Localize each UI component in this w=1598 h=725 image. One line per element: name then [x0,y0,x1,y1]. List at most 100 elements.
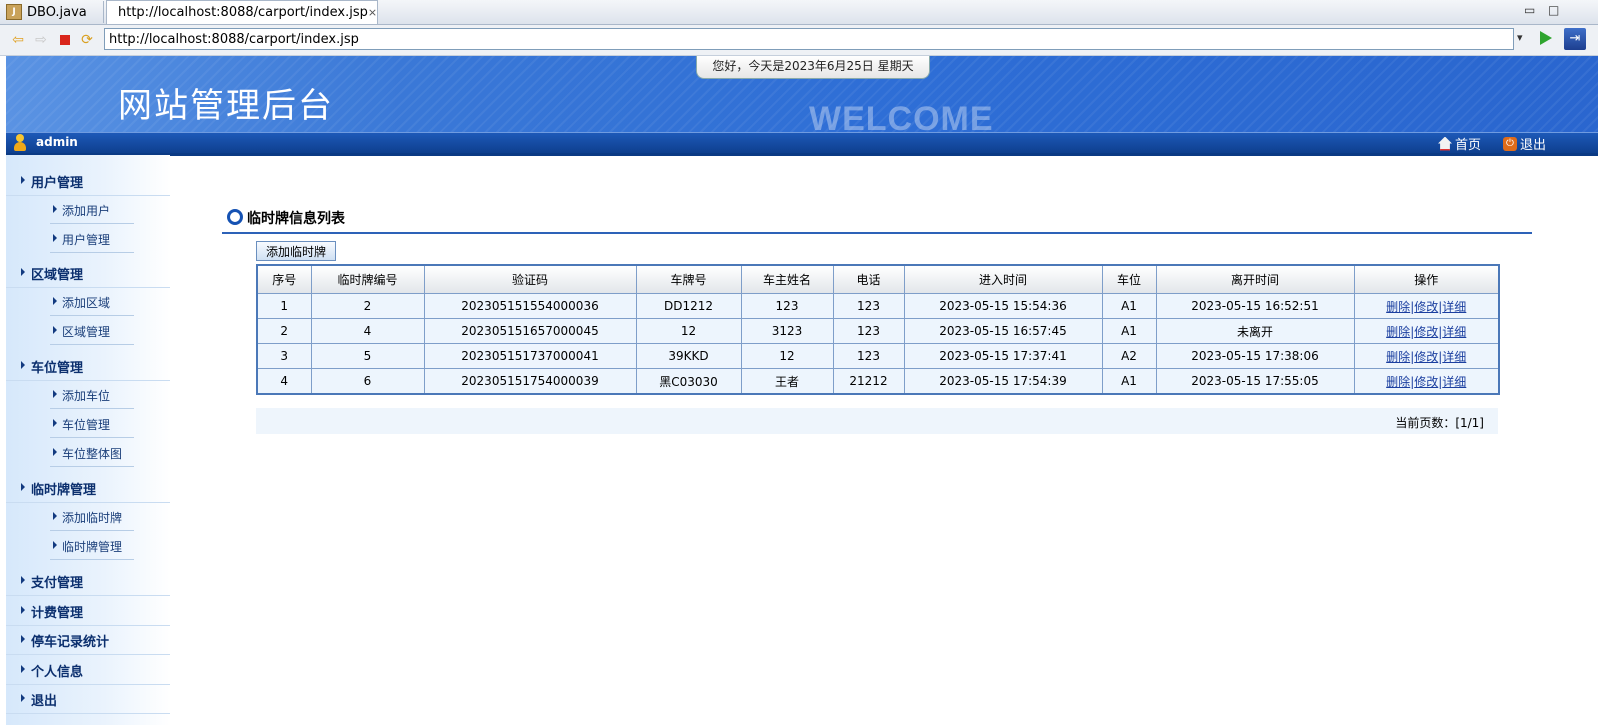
logout-label: 退出 [1520,138,1547,153]
sidebar-group-space[interactable]: 车位管理 [6,351,170,381]
tab-carport-index[interactable]: http://localhost:8088/carport/index.jsp … [106,0,378,24]
sidebar-item-label: 添加临时牌 [62,511,123,525]
table-cell: 202305151554000036 [423,293,637,319]
sidebar-item-label: 添加区域 [62,296,111,310]
sidebar-item-space-manage[interactable]: 车位管理 [6,409,170,438]
delete-link[interactable]: 删除 [1386,325,1410,339]
table-cell: 123 [740,293,834,319]
caret-right-icon [53,512,57,520]
maximize-icon[interactable]: □ [1548,3,1559,17]
sidebar-item-add-area[interactable]: 添加区域 [6,287,170,316]
detail-link[interactable]: 详细 [1442,350,1466,364]
table-cell: 2023-05-15 15:54:36 [903,293,1103,319]
sidebar-item-label: 用户管理 [62,233,111,247]
sidebar: 用户管理 添加用户 用户管理 区域管理 添加区域 区域管理 车位管理 添加车位 … [6,155,170,725]
table-cell: 2023-05-15 17:38:06 [1155,343,1355,369]
table-row: 3 5 202305151737000041 39KKD 12 123 2023… [256,343,1500,369]
sidebar-item-label: 添加用户 [62,204,111,218]
add-temp-plate-button[interactable]: 添加临时牌 [256,241,336,261]
sidebar-group-label: 计费管理 [31,606,84,621]
delete-link[interactable]: 删除 [1386,375,1410,389]
url-input[interactable] [104,28,1514,50]
table-cell: 2023-05-15 16:57:45 [903,318,1103,344]
page-title: 临时牌信息列表 [247,211,345,227]
table-cell: A1 [1101,368,1157,395]
table-cell: 12 [740,343,834,369]
delete-link[interactable]: 删除 [1386,350,1410,364]
column-header: 进入时间 [903,264,1103,294]
table-cell: 3123 [740,318,834,344]
sidebar-group-billing[interactable]: 计费管理 [6,596,170,626]
site-header: 网站管理后台 WELCOME 您好，今天是2023年6月25日 星期天 [6,56,1598,132]
caret-right-icon [21,176,25,184]
edit-link[interactable]: 修改 [1414,300,1438,314]
caret-right-icon [53,448,57,456]
sidebar-group-user[interactable]: 用户管理 [6,166,170,196]
sidebar-item-add-user[interactable]: 添加用户 [6,195,170,224]
sidebar-group-label: 支付管理 [31,576,84,591]
sidebar-group-label: 用户管理 [31,176,84,191]
sidebar-item-temp-plate-manage[interactable]: 临时牌管理 [6,531,170,560]
table-cell: 5 [310,343,425,369]
close-tab-icon[interactable]: ⨯ [368,6,377,19]
url-dropdown-icon[interactable]: ▾ [1517,31,1523,44]
caret-right-icon [21,635,25,643]
caret-right-icon [53,419,57,427]
detail-link[interactable]: 详细 [1442,325,1466,339]
sidebar-item-add-space[interactable]: 添加车位 [6,380,170,409]
sidebar-item-user-manage[interactable]: 用户管理 [6,224,170,253]
pager-row: 当前页数：[1/1] [256,408,1498,434]
logout-link[interactable]: ⏻ 退出 [1503,134,1546,153]
table-cell: A2 [1101,343,1157,369]
sidebar-item-space-overview[interactable]: 车位整体图 [6,438,170,467]
column-header: 电话 [832,264,905,294]
stop-icon[interactable] [57,32,73,48]
back-icon[interactable]: ⇦ [10,32,26,48]
sidebar-item-area-manage[interactable]: 区域管理 [6,316,170,345]
home-link[interactable]: 首页 [1438,134,1481,153]
edit-link[interactable]: 修改 [1414,375,1438,389]
minimize-icon[interactable]: ▭ [1524,3,1535,17]
sidebar-group-logout[interactable]: 退出 [6,684,170,714]
table-row: 4 6 202305151754000039 黑C03030 王者 21212 … [256,368,1500,395]
edit-link[interactable]: 修改 [1414,350,1438,364]
detail-link[interactable]: 详细 [1442,300,1466,314]
table-row: 1 2 202305151554000036 DD1212 123 123 20… [256,293,1500,319]
address-toolbar: ⇦ ⇨ ⟳ ▾ ⇥ [0,25,1598,56]
forward-icon[interactable]: ⇨ [33,32,49,48]
table-cell: 黑C03030 [635,368,742,395]
sidebar-group-parking-stats[interactable]: 停车记录统计 [6,625,170,655]
delete-link[interactable]: 删除 [1386,300,1410,314]
caret-right-icon [53,326,57,334]
page-indicator: 当前页数：[1/1] [1395,416,1484,430]
user-name: admin [36,135,78,149]
edit-link[interactable]: 修改 [1414,325,1438,339]
sidebar-group-area[interactable]: 区域管理 [6,258,170,288]
refresh-icon[interactable]: ⟳ [79,32,95,48]
table-cell: A1 [1101,293,1157,319]
detail-link[interactable]: 详细 [1442,375,1466,389]
sidebar-item-add-temp-plate[interactable]: 添加临时牌 [6,502,170,531]
sidebar-item-label: 车位管理 [62,418,111,432]
java-file-icon: J [6,4,22,20]
sidebar-group-payment[interactable]: 支付管理 [6,566,170,596]
navigate-external-icon[interactable]: ⇥ [1564,28,1586,50]
sidebar-group-temp-plate[interactable]: 临时牌管理 [6,473,170,503]
sidebar-item-label: 临时牌管理 [62,540,123,554]
table-cell: 王者 [740,368,834,395]
caret-right-icon [53,390,57,398]
table-cell: 39KKD [635,343,742,369]
sidebar-group-label: 退出 [31,694,58,709]
caret-right-icon [21,694,25,702]
sidebar-group-profile[interactable]: 个人信息 [6,655,170,685]
caret-right-icon [53,541,57,549]
go-icon[interactable] [1540,31,1552,45]
table-cell: 21212 [832,368,905,395]
table-cell: 2023-05-15 17:54:39 [903,368,1103,395]
table-cell: DD1212 [635,293,742,319]
table-row: 2 4 202305151657000045 12 3123 123 2023-… [256,318,1500,344]
action-cell: 删除|修改|详细 [1353,343,1500,369]
table-cell: 未离开 [1155,318,1355,344]
sidebar-group-label: 临时牌管理 [31,483,97,498]
tab-dbo-java[interactable]: J DBO.java [0,1,104,23]
